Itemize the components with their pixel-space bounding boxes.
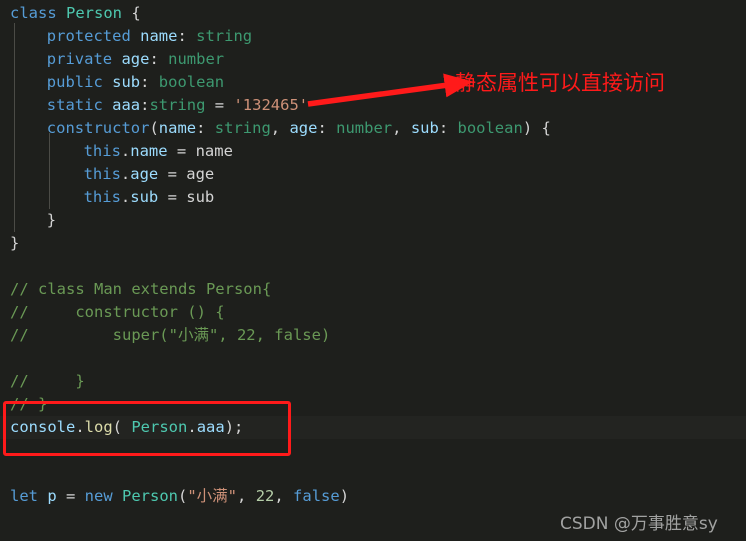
code-token: static bbox=[46, 96, 113, 114]
code-token: , bbox=[274, 487, 294, 505]
code-token: this bbox=[83, 188, 121, 206]
code-token: Person bbox=[131, 418, 188, 436]
code-token: . bbox=[120, 165, 131, 183]
code-token: string bbox=[149, 96, 206, 114]
code-token: : bbox=[149, 50, 169, 68]
code-token: ) bbox=[339, 487, 350, 505]
indent-guide bbox=[14, 23, 15, 232]
code-token: "小满" bbox=[187, 487, 238, 505]
code-line[interactable]: } bbox=[10, 232, 19, 255]
code-token: public bbox=[46, 73, 113, 91]
code-token: . bbox=[120, 142, 131, 160]
code-line[interactable]: static aaa:string = '132465' bbox=[47, 94, 308, 117]
code-editor-surface[interactable]: class Person {protected name: string priv… bbox=[0, 0, 746, 541]
code-token: : bbox=[438, 119, 458, 137]
code-token: sub bbox=[410, 119, 439, 137]
code-token: : bbox=[196, 119, 215, 137]
code-token: sub bbox=[130, 188, 159, 206]
code-token: protected bbox=[46, 27, 141, 45]
code-line[interactable]: this.name = name bbox=[84, 140, 233, 163]
code-line[interactable]: // constructor () { bbox=[10, 301, 225, 324]
code-editor-screenshot: class Person {protected name: string priv… bbox=[0, 0, 746, 541]
code-token: new bbox=[84, 487, 122, 505]
code-token: Person bbox=[122, 487, 178, 505]
code-token: class bbox=[10, 4, 66, 22]
code-line[interactable]: // } bbox=[10, 393, 47, 416]
code-token: private bbox=[46, 50, 122, 68]
code-token: name bbox=[195, 142, 233, 160]
code-token: this bbox=[83, 142, 121, 160]
code-line[interactable]: this.sub = sub bbox=[84, 186, 215, 209]
code-token: constructor bbox=[46, 119, 150, 137]
code-token: sub bbox=[112, 73, 141, 91]
code-token: false bbox=[293, 487, 340, 505]
code-token: this bbox=[83, 165, 121, 183]
code-token: '132465' bbox=[233, 96, 309, 114]
code-line[interactable]: public sub: boolean bbox=[47, 71, 224, 94]
code-token: . bbox=[187, 418, 197, 436]
code-token: ) { bbox=[522, 119, 551, 137]
code-token: // } bbox=[10, 372, 85, 390]
code-token: name bbox=[140, 27, 178, 45]
code-token: name bbox=[158, 119, 197, 137]
code-line[interactable]: console.log( Person.aaa); bbox=[10, 416, 243, 439]
code-token: = bbox=[158, 188, 187, 206]
code-token: Person bbox=[66, 4, 132, 22]
code-token: = bbox=[56, 487, 85, 505]
code-token: } bbox=[46, 211, 57, 229]
code-token: string bbox=[196, 27, 253, 45]
code-token: = bbox=[167, 142, 196, 160]
code-token: ( bbox=[149, 119, 159, 137]
code-token: age bbox=[130, 165, 159, 183]
code-line[interactable]: this.age = age bbox=[84, 163, 215, 186]
code-token: , bbox=[270, 119, 290, 137]
code-token: : bbox=[140, 73, 159, 91]
code-token: number bbox=[168, 50, 225, 68]
code-token: string bbox=[214, 119, 271, 137]
code-token: // constructor () { bbox=[10, 303, 225, 321]
code-token: p bbox=[47, 487, 57, 505]
code-token: age bbox=[186, 165, 215, 183]
code-token: let bbox=[10, 487, 48, 505]
csdn-watermark: CSDN @万事胜意sy bbox=[560, 514, 718, 534]
code-line[interactable]: class Person { bbox=[10, 2, 141, 25]
code-line[interactable]: private age: number bbox=[47, 48, 224, 71]
code-token: number bbox=[336, 119, 393, 137]
code-token: ( bbox=[178, 487, 188, 505]
code-token: boolean bbox=[457, 119, 523, 137]
code-line[interactable]: let p = new Person("小满", 22, false) bbox=[10, 485, 349, 508]
code-token: aaa bbox=[196, 418, 225, 436]
code-token: ); bbox=[224, 418, 244, 436]
code-token: . bbox=[75, 418, 85, 436]
code-token: , bbox=[237, 487, 256, 505]
code-token: sub bbox=[186, 188, 215, 206]
code-token: , bbox=[392, 119, 411, 137]
code-token: . bbox=[120, 188, 131, 206]
code-token: boolean bbox=[158, 73, 225, 91]
code-token: // super("小满", 22, false) bbox=[10, 326, 331, 344]
code-token: = bbox=[205, 96, 234, 114]
code-token: } bbox=[10, 234, 20, 252]
code-line[interactable]: // class Man extends Person{ bbox=[10, 278, 271, 301]
code-token: // class Man extends Person{ bbox=[10, 280, 272, 298]
code-line[interactable]: } bbox=[47, 209, 56, 232]
code-token: // } bbox=[10, 395, 48, 413]
code-token: log bbox=[84, 418, 113, 436]
code-line[interactable]: // super("小满", 22, false) bbox=[10, 324, 330, 347]
code-token: console bbox=[10, 418, 76, 436]
code-token: { bbox=[131, 4, 141, 22]
code-token: ( bbox=[112, 418, 132, 436]
indent-guide bbox=[49, 133, 50, 209]
code-token: age bbox=[289, 119, 318, 137]
code-token: aaa bbox=[112, 96, 141, 114]
code-token: = bbox=[158, 165, 187, 183]
code-line[interactable]: protected name: string bbox=[47, 25, 252, 48]
code-token: 22 bbox=[255, 487, 275, 505]
code-line[interactable]: // } bbox=[10, 370, 85, 393]
code-token: name bbox=[130, 142, 168, 160]
code-token: : bbox=[177, 27, 197, 45]
code-token: age bbox=[121, 50, 150, 68]
code-line[interactable]: constructor(name: string, age: number, s… bbox=[47, 117, 551, 140]
code-token: : bbox=[317, 119, 337, 137]
